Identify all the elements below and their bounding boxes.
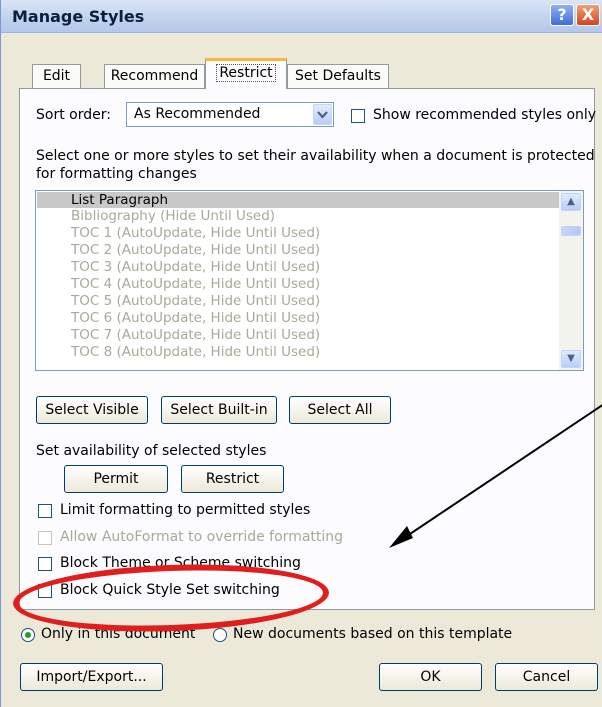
annotation-arrow-icon — [389, 404, 602, 548]
manage-styles-dialog: Manage Styles ? X Edit Recommend Restric… — [0, 0, 602, 707]
